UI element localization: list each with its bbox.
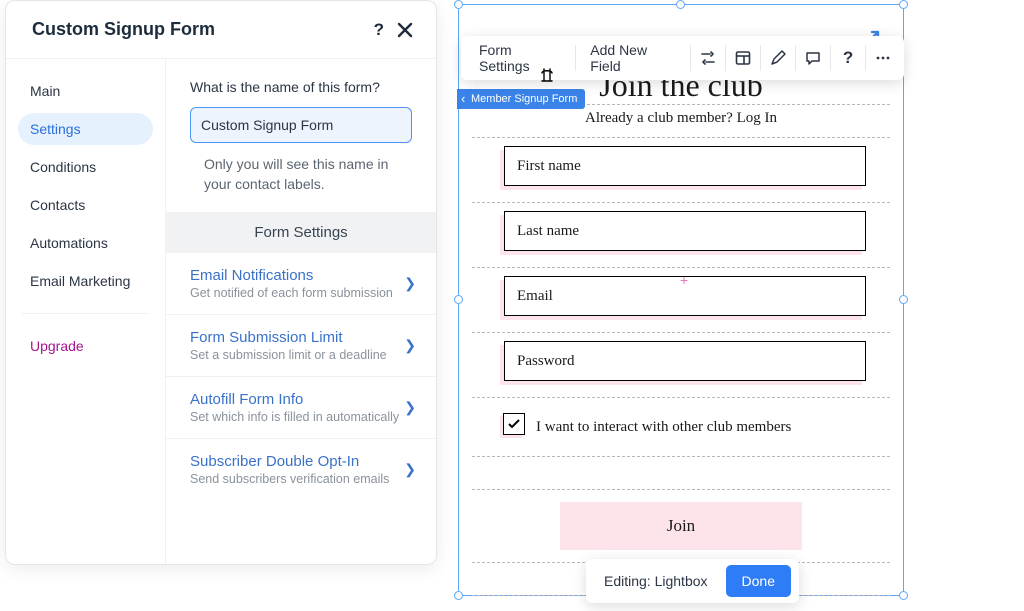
side-nav: Main Settings Conditions Contacts Automa… [6,59,166,564]
resize-handle[interactable] [454,0,463,9]
help-icon[interactable]: ? [831,36,865,80]
nav-settings[interactable]: Settings [18,113,153,145]
help-icon[interactable]: ? [374,20,384,40]
setting-sub: Get notified of each form submission [190,286,393,300]
setting-sub: Set a submission limit or a deadline [190,348,387,362]
toolbar-add-new-field[interactable]: Add New Field [576,36,690,80]
setting-title: Email Notifications [190,267,393,284]
design-icon[interactable] [761,36,795,80]
settings-content: What is the name of this form? Only you … [166,59,436,564]
nav-contacts[interactable]: Contacts [18,189,153,221]
first-name-field[interactable]: First name [500,150,862,190]
editing-bar: Editing: Lightbox Done [586,559,799,603]
resize-handle[interactable] [676,0,685,9]
form-subtitle[interactable]: Already a club member? Log In [585,110,777,126]
resize-handle[interactable] [454,591,463,600]
floating-toolbar: Form Settings Add New Field ? [461,36,904,80]
nav-upgrade[interactable]: Upgrade [18,330,153,362]
done-button[interactable]: Done [726,565,791,597]
setting-sub: Set which info is filled in automaticall… [190,410,399,424]
last-name-field[interactable]: Last name [500,215,862,255]
comment-icon[interactable] [796,36,830,80]
breadcrumb[interactable]: Member Signup Form [457,89,585,109]
resize-handle[interactable] [899,0,908,9]
nav-email-marketing[interactable]: Email Marketing [18,265,153,297]
setting-sub: Send subscribers verification emails [190,472,389,486]
join-label: Join [667,516,695,535]
settings-panel: Custom Signup Form ? Main Settings Condi… [5,0,437,565]
layout-icon[interactable] [726,36,760,80]
email-field[interactable]: Email [500,280,862,320]
setting-autofill[interactable]: Autofill Form Info Set which info is fil… [166,377,436,439]
setting-title: Autofill Form Info [190,391,399,408]
chevron-right-icon: ❯ [404,399,416,416]
chevron-right-icon: ❯ [404,275,416,292]
nav-conditions[interactable]: Conditions [18,151,153,183]
join-button[interactable]: Join [560,502,802,550]
setting-title: Subscriber Double Opt-In [190,453,389,470]
chevron-right-icon: ❯ [404,461,416,478]
panel-title: Custom Signup Form [32,19,215,40]
form-settings-section-header: Form Settings [166,212,436,253]
editing-label: Editing: Lightbox [604,573,708,589]
resize-handle[interactable] [899,295,908,304]
form-name-input[interactable] [190,107,412,143]
setting-title: Form Submission Limit [190,329,387,346]
canvas[interactable]: Form Settings Add New Field ? Member Sig… [458,4,904,596]
form-preview: Join the club Already a club member? Log… [472,64,890,566]
form-name-label: What is the name of this form? [190,79,412,95]
nav-automations[interactable]: Automations [18,227,153,259]
toolbar-form-settings[interactable]: Form Settings [465,36,575,80]
field-label: Email [517,288,553,305]
check-icon [507,417,521,431]
more-icon[interactable] [866,36,900,80]
nav-main[interactable]: Main [18,75,153,107]
close-icon[interactable] [396,21,414,39]
panel-header-actions: ? [374,20,414,40]
form-name-hint: Only you will see this name in your cont… [190,155,412,194]
setting-email-notifications[interactable]: Email Notifications Get notified of each… [166,253,436,315]
resize-handle[interactable] [899,591,908,600]
field-label: Last name [517,223,579,240]
setting-double-opt-in[interactable]: Subscriber Double Opt-In Send subscriber… [166,439,436,500]
chevron-right-icon: ❯ [404,337,416,354]
setting-submission-limit[interactable]: Form Submission Limit Set a submission l… [166,315,436,377]
password-field[interactable]: Password [500,345,862,385]
panel-header: Custom Signup Form ? [6,1,436,58]
settings-toggle-icon[interactable] [691,36,725,80]
nav-divider [22,313,149,314]
resize-handle[interactable] [454,295,463,304]
checkbox-label: I want to interact with other club membe… [536,419,791,436]
field-label: First name [517,158,581,175]
interact-checkbox[interactable] [500,416,522,438]
field-label: Password [517,353,575,370]
